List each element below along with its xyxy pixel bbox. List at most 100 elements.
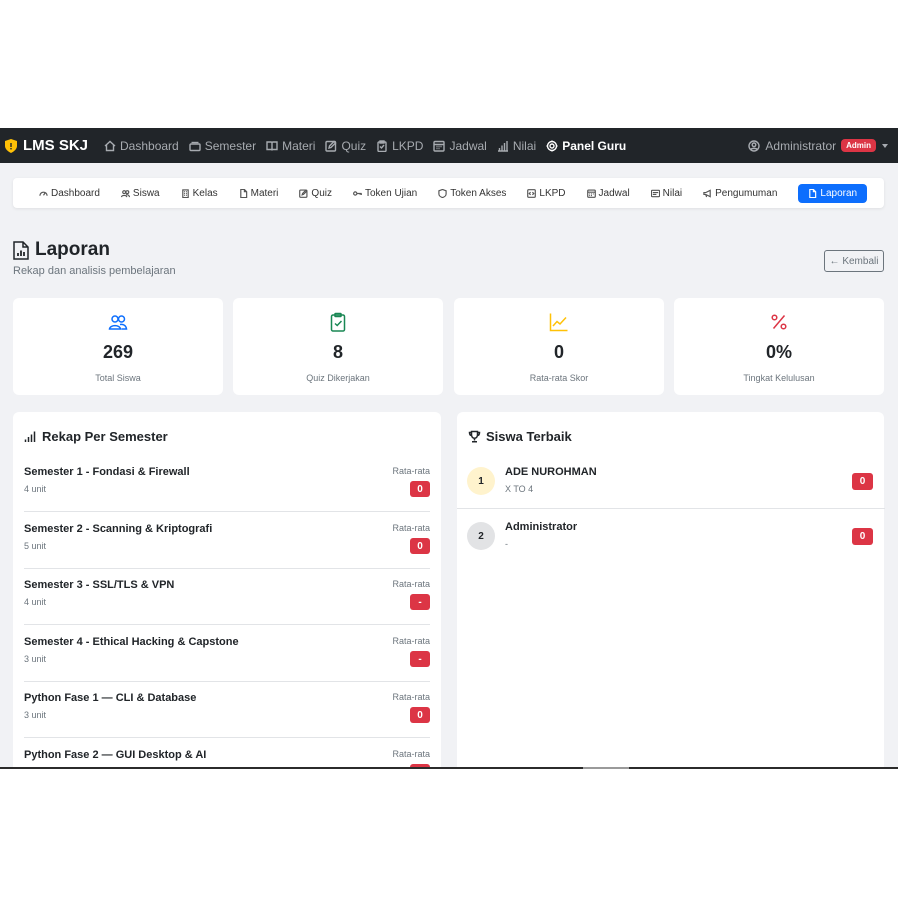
stat-card-rata-rata-skor: 0 Rata-rata Skor bbox=[454, 298, 664, 395]
horizontal-scrollbar[interactable] bbox=[0, 767, 898, 769]
page-subtitle: Rekap dan analisis pembelajaran bbox=[13, 265, 176, 277]
subnav-nilai-label: Nilai bbox=[662, 187, 683, 199]
subnav-quiz[interactable]: Quiz bbox=[299, 188, 332, 199]
subnav-laporan-label: Laporan bbox=[820, 187, 858, 199]
nav-nilai[interactable]: Nilai bbox=[497, 139, 536, 153]
edit-icon bbox=[325, 140, 337, 152]
rank-badge: 2 bbox=[467, 522, 495, 550]
nav-jadwal-label: Jadwal bbox=[449, 138, 487, 153]
user-name: Administrator bbox=[765, 138, 837, 153]
semester-units: 3 unit bbox=[24, 654, 47, 664]
subnav-kelas[interactable]: Kelas bbox=[181, 188, 218, 199]
megaphone-icon bbox=[703, 188, 711, 198]
user-menu[interactable]: Administrator Admin bbox=[748, 128, 888, 163]
nav-lkpd[interactable]: LKPD bbox=[376, 139, 423, 153]
shield-icon bbox=[438, 188, 447, 198]
subnav-nilai[interactable]: Nilai bbox=[650, 187, 683, 199]
top-students-panel: Siswa Terbaik 1 ADE NUROHMAN X TO 4 0 2 … bbox=[457, 412, 885, 768]
score-badge: 0 bbox=[852, 528, 873, 545]
stat-value: 269 bbox=[102, 342, 134, 362]
nav-quiz[interactable]: Quiz bbox=[325, 139, 366, 153]
subnav-pengumuman[interactable]: Pengumuman bbox=[703, 188, 777, 199]
semester-name: Python Fase 1 — CLI & Database bbox=[24, 692, 197, 704]
bar-chart-icon bbox=[497, 140, 508, 152]
top-navbar: LMS SKJ Dashboard Semester Materi Quiz L… bbox=[0, 128, 898, 163]
subnav-token-ujian[interactable]: Token Ujian bbox=[353, 188, 417, 199]
average-badge: - bbox=[410, 651, 430, 667]
semester-panel-title-text: Rekap Per Semester bbox=[42, 429, 168, 444]
nav-materi[interactable]: Materi bbox=[266, 139, 315, 153]
nav-panel-guru-label: Panel Guru bbox=[562, 138, 627, 153]
page-title: Laporan bbox=[13, 239, 176, 261]
back-button[interactable]: ← Kembali bbox=[824, 250, 884, 272]
semester-units: 4 unit bbox=[24, 597, 47, 607]
average-badge: - bbox=[410, 594, 430, 610]
average-label: Rata-rata bbox=[392, 579, 430, 589]
file-bar-chart-icon bbox=[13, 240, 29, 260]
bar-chart-icon bbox=[24, 431, 36, 442]
subnav-siswa[interactable]: Siswa bbox=[120, 187, 160, 199]
semester-panel-title: Rekap Per Semester bbox=[24, 429, 168, 444]
student-name: Administrator bbox=[505, 521, 578, 533]
subnav-dashboard[interactable]: Dashboard bbox=[39, 188, 100, 199]
subnav-token-ujian-label: Token Ujian bbox=[364, 187, 418, 199]
speedometer-icon bbox=[39, 191, 48, 196]
trophy-icon bbox=[468, 430, 481, 443]
stat-value: 8 bbox=[332, 342, 343, 362]
nav-panel-guru[interactable]: Panel Guru bbox=[546, 139, 626, 153]
brand-name: LMS SKJ bbox=[23, 137, 89, 154]
subnav-materi[interactable]: Materi bbox=[239, 188, 278, 199]
caret-down-icon bbox=[882, 143, 888, 148]
nav-materi-label: Materi bbox=[282, 138, 316, 153]
subnav-lkpd[interactable]: LKPD bbox=[527, 188, 566, 199]
percent-icon bbox=[771, 314, 787, 330]
semester-row[interactable]: Semester 3 - SSL/TLS & VPN 4 unit Rata-r… bbox=[24, 568, 430, 625]
semester-row[interactable]: Python Fase 1 — CLI & Database 3 unit Ra… bbox=[24, 681, 430, 738]
page-header: Laporan Rekap dan analisis pembelajaran bbox=[13, 239, 176, 277]
average-label: Rata-rata bbox=[392, 466, 430, 476]
student-row[interactable]: 1 ADE NUROHMAN X TO 4 0 bbox=[457, 454, 885, 509]
user-circle-icon bbox=[748, 139, 761, 152]
semester-name: Semester 3 - SSL/TLS & VPN bbox=[24, 579, 175, 591]
nav-dashboard-label: Dashboard bbox=[120, 138, 179, 153]
semester-row[interactable]: Semester 4 - Ethical Hacking & Capstone … bbox=[24, 625, 430, 682]
subnav-laporan[interactable]: Laporan bbox=[798, 183, 868, 203]
subnav-siswa-label: Siswa bbox=[132, 187, 160, 199]
home-icon bbox=[104, 140, 116, 151]
nav-semester[interactable]: Semester bbox=[189, 139, 256, 153]
subnav-token-akses-label: Token Akses bbox=[450, 187, 507, 199]
semester-row[interactable]: Semester 2 - Scanning & Kriptografi 5 un… bbox=[24, 512, 430, 569]
file-icon bbox=[239, 188, 247, 198]
stat-card-total-siswa: 269 Total Siswa bbox=[13, 298, 223, 395]
clipboard-check-icon bbox=[330, 312, 346, 332]
nav-jadwal[interactable]: Jadwal bbox=[433, 138, 487, 153]
layers-icon bbox=[189, 141, 201, 151]
semester-name: Semester 4 - Ethical Hacking & Capstone bbox=[24, 636, 239, 648]
semester-row[interactable]: Python Fase 2 — GUI Desktop & AI Rata-ra… bbox=[24, 738, 430, 768]
semester-name: Semester 2 - Scanning & Kriptografi bbox=[24, 523, 213, 535]
people-icon bbox=[108, 315, 128, 330]
rank-badge: 1 bbox=[467, 467, 495, 495]
shield-logo-icon bbox=[5, 138, 17, 153]
nav-dashboard[interactable]: Dashboard bbox=[104, 139, 179, 153]
student-row[interactable]: 2 Administrator - 0 bbox=[457, 509, 885, 564]
brand[interactable]: LMS SKJ bbox=[5, 137, 88, 154]
student-class: X TO 4 bbox=[505, 484, 534, 494]
subnav-kelas-label: Kelas bbox=[192, 187, 218, 199]
stat-label: Total Siswa bbox=[95, 373, 141, 383]
subnav-jadwal-label: Jadwal bbox=[598, 187, 630, 199]
students-panel-title: Siswa Terbaik bbox=[468, 429, 572, 444]
nav-semester-label: Semester bbox=[204, 138, 257, 153]
semester-name: Semester 1 - Fondasi & Firewall bbox=[24, 466, 190, 478]
subnav-token-akses[interactable]: Token Akses bbox=[438, 188, 506, 199]
average-badge: 0 bbox=[410, 538, 430, 554]
scrollbar-thumb[interactable] bbox=[583, 767, 629, 769]
nav-quiz-label: Quiz bbox=[341, 138, 367, 153]
students-panel-title-text: Siswa Terbaik bbox=[486, 429, 572, 444]
average-label: Rata-rata bbox=[392, 636, 430, 646]
subnav-jadwal[interactable]: Jadwal bbox=[586, 187, 630, 199]
semester-units: 3 unit bbox=[24, 710, 47, 720]
stat-card-tingkat-kelulusan: 0% Tingkat Kelulusan bbox=[674, 298, 884, 395]
semester-row[interactable]: Semester 1 - Fondasi & Firewall 4 unit R… bbox=[24, 455, 430, 512]
role-badge: Admin bbox=[841, 139, 876, 152]
